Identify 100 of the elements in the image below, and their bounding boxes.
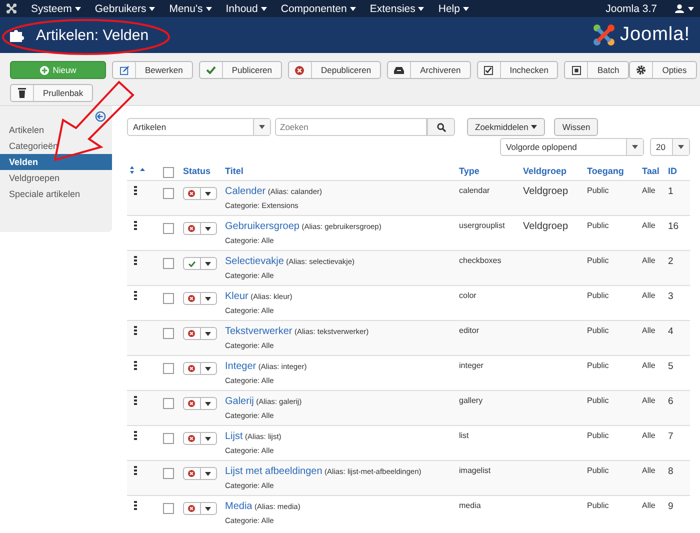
drag-handle-icon[interactable]	[134, 326, 137, 335]
status-toggle[interactable]	[183, 187, 217, 200]
table-cell: imagelist	[459, 466, 491, 475]
table-cell: Public	[587, 186, 609, 195]
drag-handle-icon[interactable]	[134, 431, 137, 440]
select-all-checkbox[interactable]	[163, 166, 174, 178]
field-title-link[interactable]: Kleur	[225, 291, 248, 302]
sidebar-item[interactable]: Veldgroepen	[0, 170, 112, 186]
status-toggle[interactable]	[183, 222, 217, 235]
table-cell: Alle	[642, 361, 656, 370]
drag-handle-icon[interactable]	[134, 501, 137, 510]
field-title-link[interactable]: Lijst met afbeeldingen	[225, 466, 322, 477]
row-checkbox[interactable]	[163, 188, 174, 199]
caret-icon	[205, 332, 212, 336]
menu-item[interactable]: Systeem	[31, 2, 81, 14]
sidebar-item[interactable]: Speciale artikelen	[0, 186, 112, 202]
field-title-link[interactable]: Gebruikersgroep	[225, 221, 300, 232]
table-cell: Alle	[642, 326, 656, 335]
joomla-logo-text: Joomla!	[620, 24, 690, 46]
drag-handle-icon[interactable]	[134, 256, 137, 265]
drag-handle-icon[interactable]	[134, 361, 137, 370]
toolbar-button[interactable]: Depubliceren	[288, 61, 382, 79]
field-title-link[interactable]: Calender	[225, 186, 266, 197]
status-toggle[interactable]	[183, 362, 217, 375]
row-checkbox[interactable]	[163, 328, 174, 339]
search-tools-button[interactable]: Zoekmiddelen	[467, 118, 546, 136]
field-title-link[interactable]: Lijst	[225, 431, 243, 442]
status-toggle[interactable]	[183, 292, 217, 305]
row-checkbox[interactable]	[163, 258, 174, 269]
row-checkbox[interactable]	[163, 503, 174, 514]
joomla-logo-icon[interactable]	[6, 3, 17, 14]
caret-icon	[206, 6, 212, 10]
menu-item[interactable]: Extensies	[370, 2, 424, 14]
column-header[interactable]: ID	[668, 166, 677, 176]
caret-icon	[260, 6, 267, 10]
search-button[interactable]	[427, 118, 455, 136]
field-title-link[interactable]: Selectievakje	[225, 256, 284, 267]
column-header[interactable]: Type	[459, 166, 480, 176]
user-icon[interactable]	[675, 4, 684, 13]
field-title-link[interactable]: Media	[225, 501, 252, 512]
search-field[interactable]: Zoeken	[275, 118, 427, 136]
toolbar-button[interactable]: Inchecken	[476, 61, 558, 79]
cancel-circle-icon	[188, 330, 196, 337]
status-toggle[interactable]	[183, 502, 217, 515]
sidebar-item[interactable]: Velden	[0, 154, 112, 170]
caret-icon	[632, 145, 638, 149]
row-checkbox[interactable]	[163, 433, 174, 444]
drag-handle-icon[interactable]	[134, 396, 137, 405]
row-checkbox[interactable]	[163, 223, 174, 234]
table-cell: Alle	[642, 431, 656, 440]
status-toggle[interactable]	[183, 432, 217, 445]
table-cell: Public	[587, 361, 609, 370]
context-select[interactable]: Artikelen	[127, 118, 271, 136]
drag-handle-icon[interactable]	[134, 291, 137, 300]
status-toggle[interactable]	[183, 467, 217, 480]
column-header[interactable]: Status	[183, 166, 211, 176]
field-title-link[interactable]: Tekstverwerker	[225, 326, 292, 337]
options-button[interactable]: Opties	[629, 61, 697, 79]
plus-circle-icon	[40, 66, 49, 74]
row-checkbox[interactable]	[163, 293, 174, 304]
clear-button[interactable]: Wissen	[554, 118, 598, 136]
toolbar-button[interactable]: Batch	[564, 61, 630, 79]
toolbar-button[interactable]: Archiveren	[387, 61, 471, 79]
menu-item[interactable]: Gebruikers	[94, 2, 156, 14]
cancel-circle-icon	[295, 66, 304, 74]
caret-icon	[678, 145, 684, 149]
status-toggle[interactable]	[183, 257, 217, 270]
limit-select[interactable]: 20	[650, 138, 690, 156]
caret-icon	[688, 6, 694, 10]
toolbar-button[interactable]: Bewerken	[112, 61, 193, 79]
caret-icon	[531, 125, 538, 129]
field-title-link[interactable]: Integer	[225, 361, 256, 372]
column-header[interactable]: Veldgroep	[523, 166, 567, 176]
menu-item[interactable]: Help	[438, 2, 469, 14]
caret-icon	[205, 226, 212, 230]
column-header[interactable]: Titel	[225, 166, 244, 176]
field-title-link[interactable]: Galerij	[225, 396, 254, 407]
menu-item[interactable]: Inhoud	[226, 2, 267, 14]
column-header[interactable]: Toegang	[587, 166, 624, 176]
drag-handle-icon[interactable]	[134, 221, 137, 230]
sidebar-item[interactable]: Categorieën	[0, 138, 112, 154]
row-checkbox[interactable]	[163, 468, 174, 479]
menu-item[interactable]: Componenten	[280, 2, 356, 14]
column-header[interactable]: Taal	[642, 166, 660, 176]
ordering-select[interactable]: Volgorde oplopend	[500, 138, 644, 156]
menu-item[interactable]: Menu's	[169, 2, 212, 14]
toolbar-button[interactable]: Publiceren	[198, 61, 282, 79]
sidebar-item[interactable]: Artikelen	[0, 122, 112, 138]
row-checkbox[interactable]	[163, 363, 174, 374]
status-toggle[interactable]	[183, 327, 217, 340]
toolbar-button[interactable]: Prullenbak	[10, 84, 94, 102]
puzzle-icon	[10, 28, 26, 42]
row-checkbox[interactable]	[163, 398, 174, 409]
collapse-icon[interactable]	[95, 111, 106, 122]
drag-handle-icon[interactable]	[134, 186, 137, 195]
status-toggle[interactable]	[183, 397, 217, 410]
sort-icon[interactable]	[129, 166, 145, 174]
cancel-circle-icon	[188, 295, 196, 302]
site-link[interactable]: Joomla 3.7	[606, 2, 657, 14]
drag-handle-icon[interactable]	[134, 466, 137, 475]
